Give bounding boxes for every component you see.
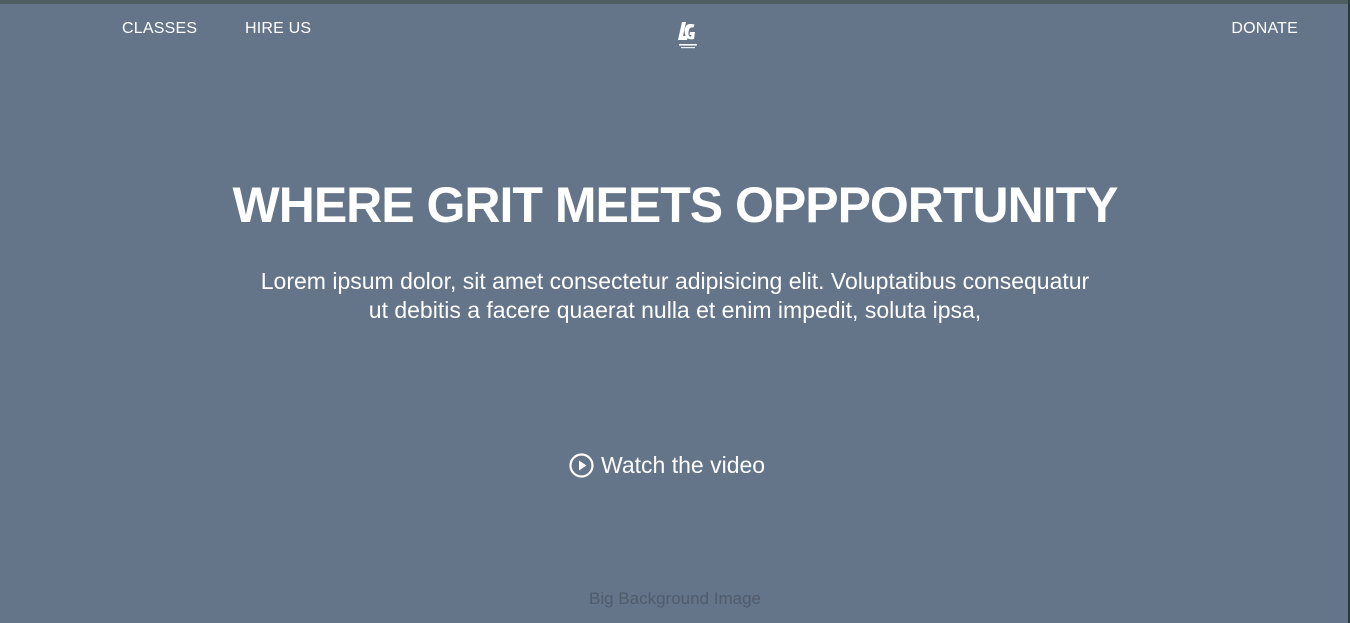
lg-logo-icon bbox=[678, 22, 697, 49]
logo[interactable] bbox=[676, 20, 700, 54]
nav-link-donate[interactable]: DONATE bbox=[1231, 20, 1298, 38]
watch-video-label: Watch the video bbox=[601, 451, 766, 478]
nav-link-classes[interactable]: CLASSES bbox=[122, 20, 197, 38]
nav-link-hire-us[interactable]: HIRE US bbox=[245, 20, 311, 38]
watch-video-button[interactable]: Watch the video bbox=[569, 450, 765, 480]
hero-description: Lorem ipsum dolor, sit amet consectetur … bbox=[260, 268, 1090, 323]
hero-title: WHERE GRIT MEETS OPPPORTUNITY bbox=[232, 177, 1119, 233]
top-navigation: CLASSES HIRE US DONATE bbox=[0, 4, 1350, 54]
play-circle-icon bbox=[569, 452, 594, 478]
background-image-caption: Big Background Image bbox=[589, 589, 761, 608]
